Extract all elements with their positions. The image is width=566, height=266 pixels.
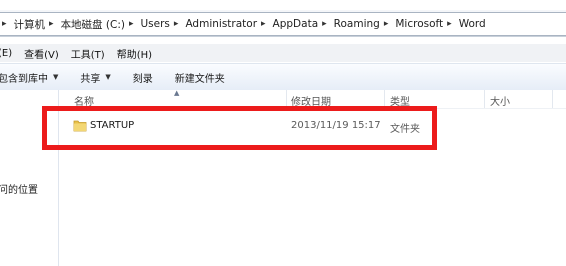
column-divider[interactable] (484, 90, 485, 108)
menu-view[interactable]: 查看(V) (24, 46, 59, 61)
chevron-right-icon[interactable]: ▸ (322, 19, 327, 29)
breadcrumb-label[interactable]: Users (141, 18, 170, 30)
address-breadcrumb[interactable]: ▸ 计算机 ▸ 本地磁盘 (C:) ▸ Users ▸ Administrato… (0, 12, 566, 36)
breadcrumb-computer[interactable]: ▸ 计算机 (0, 13, 45, 35)
breadcrumb-administrator[interactable]: ▸ Administrator (170, 13, 257, 35)
breadcrumb-label[interactable]: Administrator (185, 18, 257, 30)
nav-item-recent-places[interactable]: 问的位置 (0, 181, 38, 196)
address-bar[interactable]: ▸ 计算机 ▸ 本地磁盘 (C:) ▸ Users ▸ Administrato… (0, 10, 566, 37)
command-toolbar: 包含到库中 ▼ 共享 ▼ 刻录 新建文件夹 (0, 63, 566, 91)
menu-edit[interactable]: (E) (0, 48, 12, 59)
sort-ascending-icon: ▲ (174, 89, 180, 97)
chevron-right-icon[interactable]: ▸ (384, 19, 389, 29)
share-button[interactable]: 共享 ▼ (80, 70, 110, 85)
chevron-right-icon[interactable]: ▸ (2, 19, 7, 29)
chevron-right-icon[interactable]: ▸ (129, 19, 134, 29)
breadcrumb-drive[interactable]: ▸ 本地磁盘 (C:) (45, 13, 125, 35)
breadcrumb-users[interactable]: ▸ Users (125, 13, 170, 35)
new-folder-label: 新建文件夹 (174, 73, 225, 85)
breadcrumb-label[interactable]: Roaming (334, 18, 380, 30)
chevron-right-icon[interactable]: ▸ (174, 19, 179, 29)
breadcrumb-label[interactable]: AppData (273, 18, 319, 30)
dropdown-arrow-icon: ▼ (53, 73, 59, 81)
breadcrumb-label[interactable]: 本地磁盘 (C:) (61, 17, 125, 32)
breadcrumb-appdata[interactable]: ▸ AppData (257, 13, 318, 35)
dropdown-arrow-icon: ▼ (105, 73, 111, 81)
new-folder-button[interactable]: 新建文件夹 (175, 70, 225, 85)
include-in-library-button[interactable]: 包含到库中 ▼ (0, 70, 58, 85)
burn-button[interactable]: 刻录 (133, 70, 153, 85)
include-in-library-label: 包含到库中 (0, 73, 48, 85)
share-label: 共享 (80, 73, 101, 85)
highlight-box (42, 106, 437, 150)
menu-bar: (E) 查看(V) 工具(T) 帮助(H) (0, 44, 566, 62)
column-header-size[interactable]: 大小 (490, 93, 510, 108)
breadcrumb-label[interactable]: 计算机 (14, 17, 46, 32)
chevron-right-icon[interactable]: ▸ (49, 19, 54, 29)
breadcrumb-label[interactable]: Microsoft (395, 18, 443, 30)
breadcrumb-roaming[interactable]: ▸ Roaming (318, 13, 380, 35)
breadcrumb-label[interactable]: Word (459, 18, 486, 30)
menu-help[interactable]: 帮助(H) (117, 46, 152, 61)
breadcrumb-word[interactable]: ▸ Word (443, 13, 486, 35)
burn-label: 刻录 (132, 73, 153, 85)
column-divider[interactable] (552, 90, 553, 108)
menu-tools[interactable]: 工具(T) (71, 46, 105, 61)
chevron-right-icon[interactable]: ▸ (261, 19, 266, 29)
chevron-right-icon[interactable]: ▸ (447, 19, 452, 29)
breadcrumb-microsoft[interactable]: ▸ Microsoft (380, 13, 443, 35)
